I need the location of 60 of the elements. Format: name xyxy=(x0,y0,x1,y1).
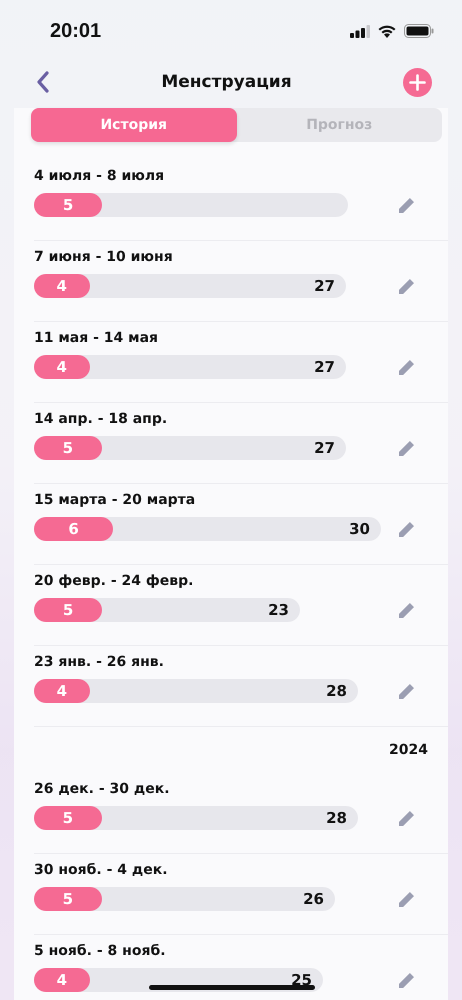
cycle-length: 27 xyxy=(314,358,335,376)
pencil-icon xyxy=(399,602,414,618)
cycle-length: 27 xyxy=(314,439,335,457)
period-bar: 5 xyxy=(34,806,102,830)
edit-button[interactable] xyxy=(399,198,414,212)
period-bar: 4 xyxy=(34,355,90,379)
back-icon xyxy=(36,71,50,93)
edit-button[interactable] xyxy=(399,440,414,456)
year-label: 2024 xyxy=(389,742,428,758)
pencil-icon xyxy=(399,522,414,536)
cycle-length: 26 xyxy=(303,890,324,908)
period-bar: 5 xyxy=(34,436,102,460)
period-bar: 4 xyxy=(34,274,90,298)
pencil-icon xyxy=(399,278,414,294)
cycle-length: 28 xyxy=(326,809,347,827)
date-range: 5 нояб. - 8 нояб. xyxy=(34,942,167,961)
edit-button[interactable] xyxy=(399,602,414,618)
pencil-icon xyxy=(399,892,414,906)
edit-button[interactable] xyxy=(399,892,414,906)
edit-button[interactable] xyxy=(399,522,414,536)
pencil-icon xyxy=(399,360,414,374)
add-button[interactable] xyxy=(403,68,432,96)
cycle-length: 30 xyxy=(349,520,370,538)
page-title: Менструация xyxy=(161,72,292,92)
date-range: 7 июня - 10 июня xyxy=(34,248,174,267)
period-bar: 5 xyxy=(34,598,102,622)
period-bar: 5 xyxy=(34,193,102,217)
date-range: 14 апр. - 18 апр. xyxy=(34,410,168,429)
cycle-length: 23 xyxy=(268,601,289,619)
date-range: 20 февр. - 24 февр. xyxy=(34,572,194,591)
signal-icon xyxy=(350,24,370,38)
cycle-length: 28 xyxy=(326,682,347,700)
pencil-icon xyxy=(399,198,414,212)
period-bar: 6 xyxy=(34,517,114,541)
period-bar: 4 xyxy=(34,968,90,992)
cycle-length: 25 xyxy=(291,971,312,989)
edit-button[interactable] xyxy=(399,810,414,826)
period-bar: 5 xyxy=(34,887,102,911)
pencil-icon xyxy=(399,810,414,826)
back-button[interactable] xyxy=(36,71,50,93)
edit-button[interactable] xyxy=(399,360,414,374)
tab[interactable]: История xyxy=(31,108,236,142)
cycle-length: 27 xyxy=(314,277,335,295)
period-bar: 4 xyxy=(34,679,90,703)
edit-button[interactable] xyxy=(399,972,414,988)
date-range: 30 нояб. - 4 дек. xyxy=(34,861,169,880)
date-range: 4 июля - 8 июля xyxy=(34,167,166,186)
battery-icon xyxy=(404,24,434,38)
edit-button[interactable] xyxy=(399,278,414,294)
date-range: 11 мая - 14 мая xyxy=(34,329,160,348)
date-range: 23 янв. - 26 янв. xyxy=(34,653,165,672)
pencil-icon xyxy=(399,972,414,988)
status-time: 20:01 xyxy=(50,20,102,42)
date-range: 26 дек. - 30 дек. xyxy=(34,780,171,799)
date-range: 15 марта - 20 марта xyxy=(34,491,196,510)
wifi-icon xyxy=(378,24,396,38)
pencil-icon xyxy=(399,440,414,456)
plus-icon xyxy=(409,74,426,90)
pencil-icon xyxy=(399,684,414,698)
edit-button[interactable] xyxy=(399,684,414,698)
